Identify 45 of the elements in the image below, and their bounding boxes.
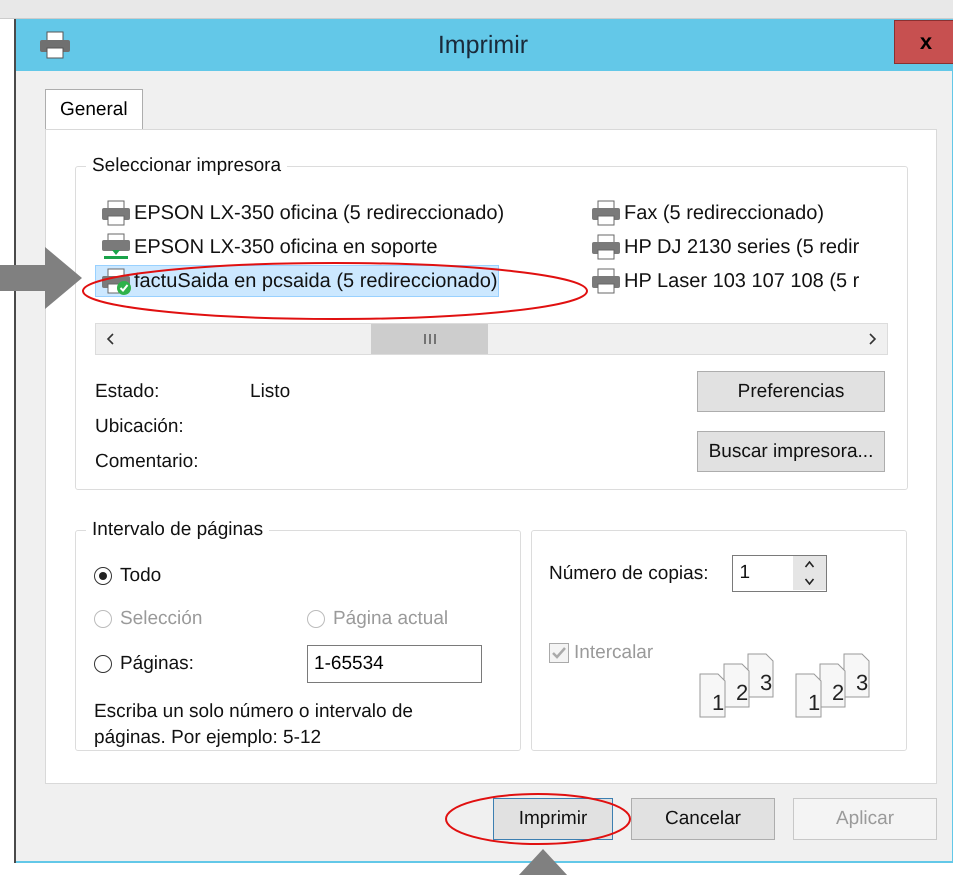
radio-label: Todo [120,565,162,587]
horizontal-scrollbar[interactable] [95,323,888,355]
printer-item[interactable]: EPSON LX-350 oficina en soporte [95,231,439,263]
spin-up-icon[interactable] [793,556,826,573]
printer-name: EPSON LX-350 oficina (5 redireccionado) [134,202,504,224]
window-title: Imprimir [436,30,530,60]
dialog-button[interactable]: Buscar impresora... [697,431,885,472]
scroll-thumb[interactable] [371,324,488,354]
printer-name: HP DJ 2130 series (5 redir [624,236,860,258]
radio-button[interactable] [94,567,112,585]
printer-name: Fax (5 redireccionado) [624,202,824,224]
field-label: Estado: [95,381,160,404]
spin-down-icon[interactable] [793,573,826,590]
pointer-arrow [518,849,568,875]
radio-option[interactable]: Páginas: [94,653,307,675]
field-label: Comentario: [95,451,200,474]
hint-text: Escriba un solo número o intervalo de páginas. Por ejemplo: 5-12 [94,700,414,750]
printer-item[interactable]: HP Laser 103 107 108 (5 r [585,265,860,297]
printer-name: HP Laser 103 107 108 (5 r [624,270,860,292]
copies-label: Número de copias: [549,562,708,584]
field-label: Ubicación: [95,416,185,439]
close-button[interactable]: x [894,20,953,64]
printer-name: EPSON LX-350 oficina en soporte [134,236,438,258]
printer-item[interactable]: Fax (5 redireccionado) [585,197,826,229]
group-title: Intervalo de páginas [86,518,270,542]
radio-label: Página actual [333,608,448,630]
dialog-button[interactable]: Cancelar [631,798,775,840]
radio-option[interactable]: Todo [94,565,307,587]
radio-label: Páginas: [120,653,194,675]
copies-value: 1 [738,561,752,585]
dialog-button[interactable]: Preferencias [697,371,885,412]
printer-item[interactable]: factuSaida en pcsaida (5 redireccionado) [95,265,499,297]
printer-item[interactable]: EPSON LX-350 oficina (5 redireccionado) [95,197,506,229]
printer-icon [38,30,72,60]
printer-name: factuSaida en pcsaida (5 redireccionado) [134,270,498,292]
tab[interactable]: General [45,89,143,129]
group-title: Seleccionar impresora [86,154,288,178]
printer-item[interactable]: HP DJ 2130 series (5 redir [585,231,860,263]
radio-button[interactable] [94,655,112,673]
dialog-button[interactable]: Imprimir [493,798,613,840]
field-value: Listo [250,381,290,404]
radio-label: Selección [120,608,202,630]
copies-spinner[interactable]: 1 [732,555,828,592]
checkbox-label: Intercalar [574,642,654,664]
pages-input-field[interactable]: 1-65534 [307,645,482,683]
